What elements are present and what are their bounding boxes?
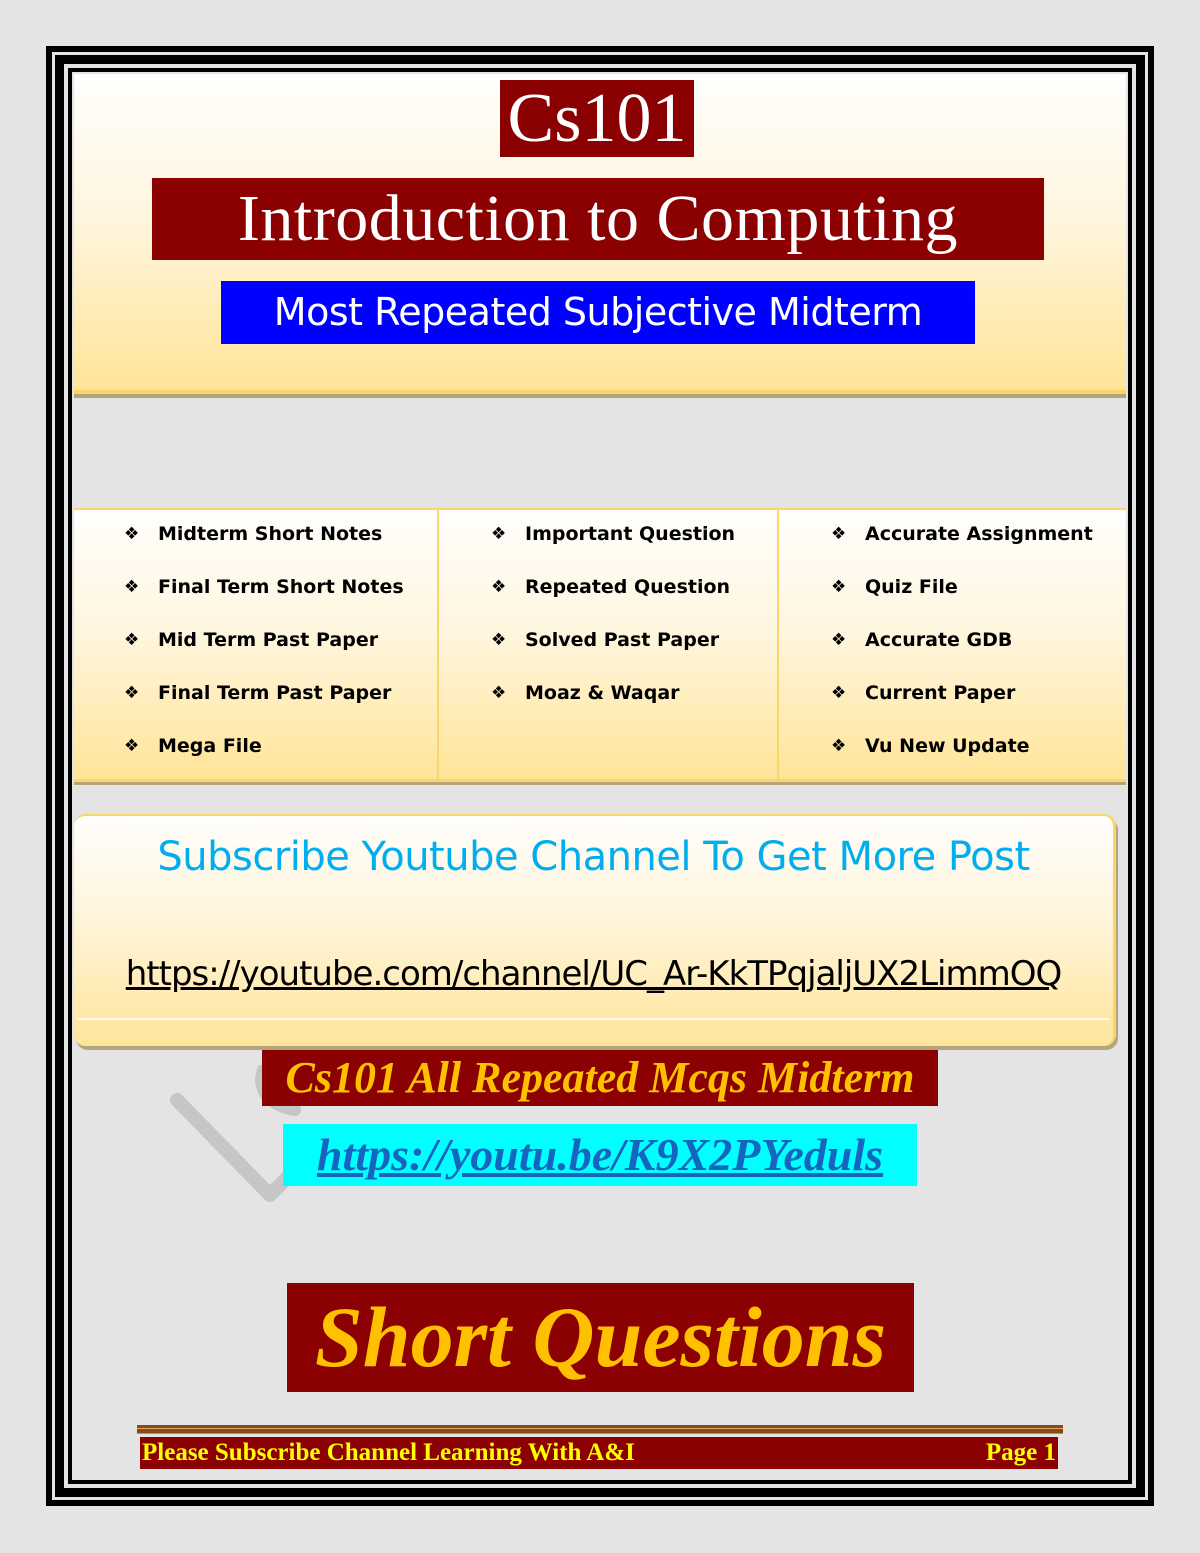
resource-list-panel: ❖ Midterm Short Notes ❖ Final Term Short N… bbox=[74, 508, 1126, 782]
list-item: ❖ Accurate Assignment bbox=[831, 518, 1093, 571]
youtube-channel-link[interactable]: https://youtube.com/channel/UC_Ar-KkTPqj… bbox=[74, 954, 1113, 994]
footer-text: Please Subscribe Channel Learning With A… bbox=[142, 1439, 635, 1466]
subtitle-banner: Most Repeated Subjective Midterm bbox=[221, 281, 975, 344]
footer-bar: Please Subscribe Channel Learning With A… bbox=[140, 1437, 1058, 1469]
diamond-bullet-icon: ❖ bbox=[124, 736, 140, 756]
list-item: ❖ Important Question bbox=[491, 518, 735, 571]
resource-column-1: ❖ Midterm Short Notes ❖ Final Term Short N… bbox=[74, 510, 439, 782]
list-item: ❖ Quiz File bbox=[831, 571, 1093, 624]
list-item: ❖ Mid Term Past Paper bbox=[124, 624, 404, 677]
diamond-bullet-icon: ❖ bbox=[831, 683, 847, 703]
subscribe-heading: Subscribe Youtube Channel To Get More Po… bbox=[157, 834, 1030, 880]
diamond-bullet-icon: ❖ bbox=[831, 577, 847, 597]
diamond-bullet-icon: ❖ bbox=[491, 577, 507, 597]
diamond-bullet-icon: ❖ bbox=[124, 524, 140, 544]
list-item: ❖ Solved Past Paper bbox=[491, 624, 735, 677]
mcq-banner: Cs101 All Repeated Mcqs Midterm bbox=[262, 1050, 938, 1106]
mcq-video-link[interactable]: https://youtu.be/K9X2PYeduls bbox=[283, 1124, 917, 1186]
divider bbox=[78, 1018, 1109, 1020]
diamond-bullet-icon: ❖ bbox=[831, 736, 847, 756]
list-item: ❖ Repeated Question bbox=[491, 571, 735, 624]
resource-column-2: ❖ Important Question ❖ Repeated Question ❖… bbox=[439, 510, 779, 782]
list-item: ❖ Midterm Short Notes bbox=[124, 518, 404, 571]
list-item: ❖ Accurate GDB bbox=[831, 624, 1093, 677]
diamond-bullet-icon: ❖ bbox=[124, 683, 140, 703]
list-item: ❖ Moaz & Waqar bbox=[491, 677, 735, 730]
diamond-bullet-icon: ❖ bbox=[491, 524, 507, 544]
list-item: ❖ Current Paper bbox=[831, 677, 1093, 730]
list-item: ❖ Final Term Short Notes bbox=[124, 571, 404, 624]
diamond-bullet-icon: ❖ bbox=[831, 630, 847, 650]
course-code: Cs101 bbox=[500, 80, 694, 157]
section-title: Short Questions bbox=[287, 1283, 914, 1392]
diamond-bullet-icon: ❖ bbox=[124, 577, 140, 597]
course-name: Introduction to Computing bbox=[152, 178, 1044, 260]
diamond-bullet-icon: ❖ bbox=[491, 630, 507, 650]
footer-rule bbox=[137, 1425, 1063, 1434]
list-item: ❖ Mega File bbox=[124, 730, 404, 783]
page-number: Page 1 bbox=[985, 1439, 1056, 1466]
subscribe-box: Subscribe Youtube Channel To Get More Po… bbox=[74, 814, 1116, 1046]
resource-column-3: ❖ Accurate Assignment ❖ Quiz File ❖ Accurat… bbox=[779, 510, 1126, 782]
diamond-bullet-icon: ❖ bbox=[124, 630, 140, 650]
list-item: ❖ Final Term Past Paper bbox=[124, 677, 404, 730]
diamond-bullet-icon: ❖ bbox=[491, 683, 507, 703]
list-item: ❖ Vu New Update bbox=[831, 730, 1093, 783]
diamond-bullet-icon: ❖ bbox=[831, 524, 847, 544]
